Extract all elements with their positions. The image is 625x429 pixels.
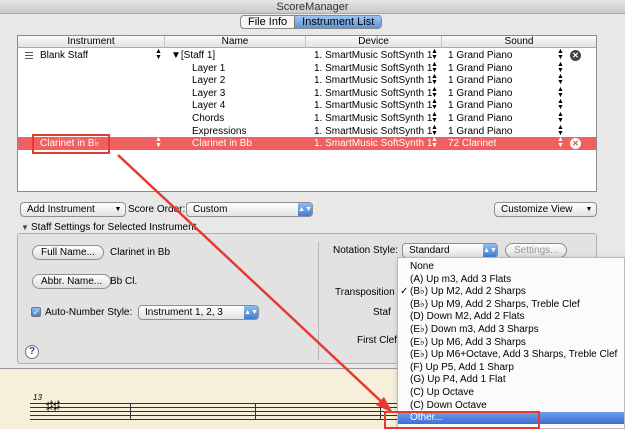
menu-item-label: (B♭) Up M2, Add 2 Sharps [410, 286, 526, 298]
menu-item-label: None [410, 261, 434, 272]
menu-item[interactable]: (E♭) Up M6, Add 3 Sharps [398, 337, 624, 349]
menu-item[interactable]: None [398, 261, 624, 273]
menu-item-label: (B♭) Up M9, Add 2 Sharps, Treble Clef [410, 298, 580, 310]
score-manager-window: ScoreManager File Info Instrument List I… [0, 0, 625, 429]
annotation-highlight-other [384, 411, 540, 429]
menu-item[interactable]: ✓ (B♭) Up M2, Add 2 Sharps [398, 286, 624, 298]
menu-item-label: (C) Up Octave [410, 387, 474, 398]
menu-item-label: (C) Down Octave [410, 399, 487, 411]
checkmark-icon: ✓ [400, 286, 409, 298]
menu-item-label: (A) Up m3, Add 3 Flats [410, 273, 512, 285]
menu-item-label: (E♭) Down m3, Add 3 Sharps [410, 324, 539, 335]
menu-item-label: (G) Up P4, Add 1 Flat [410, 374, 506, 386]
transposition-menu: None (A) Up m3, Add 3 Flats ✓ (B♭) Up M2, A… [397, 257, 625, 429]
menu-item[interactable]: (E♭) Up M6+Octave, Add 3 Sharps, Treble … [398, 349, 624, 361]
annotation-highlight-instrument [32, 134, 110, 154]
menu-item[interactable]: (B♭) Up M9, Add 2 Sharps, Treble Clef [398, 299, 624, 311]
menu-item-label: (E♭) Up M6, Add 3 Sharps [410, 336, 526, 348]
menu-item[interactable]: (C) Up Octave [398, 387, 624, 399]
menu-item-label: (E♭) Up M6+Octave, Add 3 Sharps, Treble … [410, 349, 618, 361]
annotation-arrow-line [117, 154, 386, 406]
menu-item-label: (F) Up P5, Add 1 Sharp [410, 361, 514, 373]
menu-item[interactable]: (F) Up P5, Add 1 Sharp [398, 362, 624, 374]
menu-item[interactable]: (D) Down M2, Add 2 Flats [398, 311, 624, 323]
menu-item-label: (D) Down M2, Add 2 Flats [410, 311, 525, 323]
menu-item[interactable]: (A) Up m3, Add 3 Flats [398, 274, 624, 286]
menu-item[interactable]: (E♭) Down m3, Add 3 Sharps [398, 324, 624, 336]
menu-item[interactable]: (G) Up P4, Add 1 Flat [398, 374, 624, 386]
menu-item[interactable]: (C) Down Octave [398, 400, 624, 412]
